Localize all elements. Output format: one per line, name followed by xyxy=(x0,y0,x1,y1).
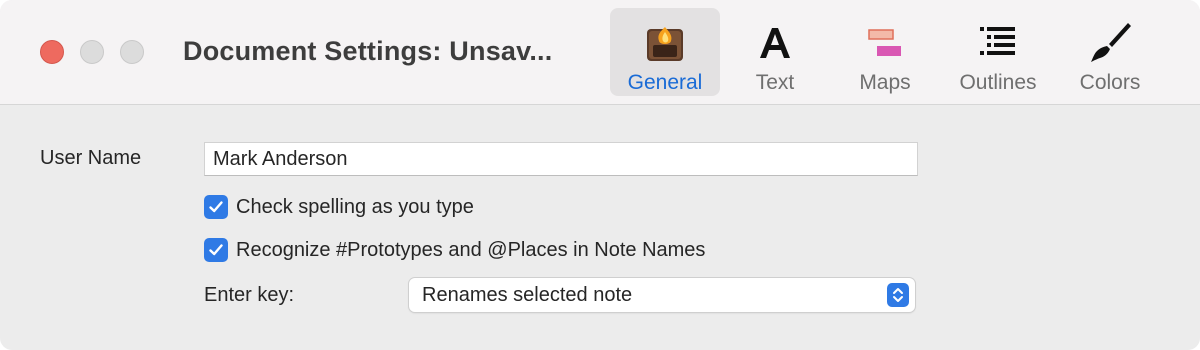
enter-key-value: Renames selected note xyxy=(422,284,633,306)
check-spelling-checkbox[interactable] xyxy=(204,195,228,219)
tab-text[interactable]: Text xyxy=(720,8,830,96)
general-app-icon xyxy=(610,20,720,64)
checkmark-icon xyxy=(209,201,223,213)
window-title: Document Settings: Unsav... xyxy=(183,36,553,66)
tab-outlines[interactable]: Outlines xyxy=(943,8,1053,96)
tab-general[interactable]: General xyxy=(610,8,720,96)
recognize-prototypes-label: Recognize #Prototypes and @Places in Not… xyxy=(236,238,706,261)
user-name-label: User Name xyxy=(40,147,142,169)
brush-icon xyxy=(1055,20,1165,64)
general-settings-panel: User Name Check spelling as you type Rec… xyxy=(0,105,1200,350)
tab-maps[interactable]: Maps xyxy=(830,8,940,96)
tab-text-label: Text xyxy=(755,71,795,94)
check-spelling-option[interactable]: Check spelling as you type xyxy=(204,195,474,219)
title-bar: Document Settings: Unsav... General Text… xyxy=(0,0,1200,105)
recognize-prototypes-checkbox[interactable] xyxy=(204,238,228,262)
tab-colors-label: Colors xyxy=(1079,71,1141,94)
tab-maps-label: Maps xyxy=(859,71,911,94)
enter-key-label: Enter key: xyxy=(204,284,295,306)
minimize-button[interactable] xyxy=(80,40,104,64)
outlines-icon xyxy=(943,20,1053,64)
tab-colors[interactable]: Colors xyxy=(1055,8,1165,96)
user-name-field[interactable] xyxy=(204,142,918,176)
close-button[interactable] xyxy=(40,40,64,64)
settings-window: Document Settings: Unsav... General Text… xyxy=(0,0,1200,350)
tab-general-label: General xyxy=(627,71,703,94)
maps-icon xyxy=(830,20,940,64)
zoom-button[interactable] xyxy=(120,40,144,64)
popup-arrows-icon xyxy=(887,283,909,307)
enter-key-popup[interactable]: Renames selected note xyxy=(409,278,915,312)
checkmark-icon xyxy=(209,244,223,256)
recognize-prototypes-option[interactable]: Recognize #Prototypes and @Places in Not… xyxy=(204,238,705,262)
check-spelling-label: Check spelling as you type xyxy=(236,195,474,218)
text-icon xyxy=(720,20,830,64)
tab-outlines-label: Outlines xyxy=(959,71,1037,94)
